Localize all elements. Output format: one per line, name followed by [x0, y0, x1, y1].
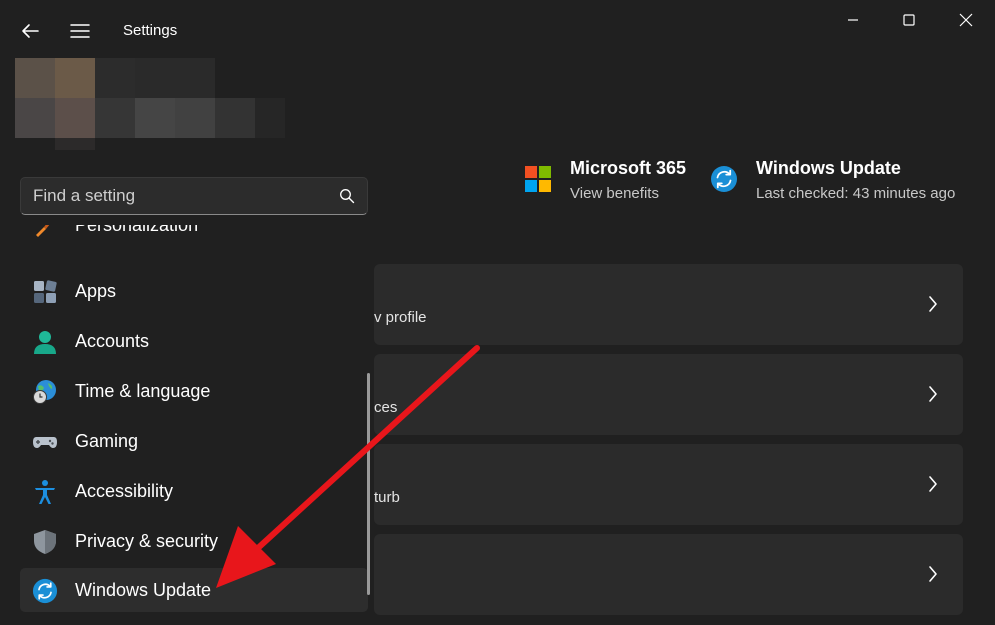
apps-icon [32, 279, 58, 305]
content-card[interactable] [374, 534, 963, 615]
close-icon [959, 13, 973, 27]
minimize-button[interactable] [830, 6, 876, 34]
gamepad-icon [32, 429, 58, 455]
menu-button[interactable] [63, 14, 97, 48]
maximize-button[interactable] [886, 6, 932, 34]
microsoft-logo-icon [524, 165, 552, 193]
windows-update-subtitle: Last checked: 43 minutes ago [756, 185, 955, 202]
content-card[interactable]: ces [374, 354, 963, 435]
sidebar-item-windows-update[interactable]: Windows Update [20, 568, 368, 612]
microsoft-365-subtitle: View benefits [570, 185, 659, 202]
chevron-right-icon [927, 384, 939, 404]
sidebar-item-label: Privacy & security [75, 531, 218, 552]
windows-update-card[interactable]: Windows Update Last checked: 43 minutes … [710, 155, 970, 215]
windows-update-icon [32, 578, 58, 604]
sidebar-item-label: Personalization [75, 225, 198, 236]
sidebar-nav: Personalization Apps Accounts Time & lan… [20, 225, 370, 625]
sidebar-item-personalization[interactable]: Personalization [20, 225, 368, 247]
back-button[interactable] [13, 14, 47, 48]
content-card-text: v profile [374, 309, 427, 326]
sidebar-item-gaming[interactable]: Gaming [20, 419, 368, 463]
sidebar-item-accounts[interactable]: Accounts [20, 319, 368, 363]
chevron-right-icon [927, 294, 939, 314]
sidebar-item-label: Windows Update [75, 580, 211, 601]
sidebar-item-privacy-security[interactable]: Privacy & security [20, 519, 368, 563]
hamburger-icon [70, 23, 90, 39]
chevron-right-icon [927, 474, 939, 494]
title-bar: Settings [0, 0, 995, 60]
sidebar-item-accessibility[interactable]: Accessibility [20, 469, 368, 513]
search-input[interactable] [33, 178, 323, 214]
sidebar-item-apps[interactable]: Apps [20, 269, 368, 313]
globe-clock-icon [32, 379, 58, 405]
accounts-icon [32, 329, 58, 355]
content-card[interactable]: v profile [374, 264, 963, 345]
back-arrow-icon [21, 23, 39, 39]
sidebar-item-label: Accessibility [75, 481, 173, 502]
minimize-icon [847, 14, 859, 26]
windows-update-icon [710, 165, 738, 193]
app-title: Settings [123, 22, 177, 39]
search-icon[interactable] [339, 188, 355, 204]
microsoft-365-card[interactable]: Microsoft 365 View benefits [524, 155, 694, 215]
maximize-icon [903, 14, 915, 26]
content-card-text: turb [374, 489, 400, 506]
search-box[interactable] [20, 177, 368, 215]
windows-update-title: Windows Update [756, 158, 901, 179]
sidebar-item-label: Time & language [75, 381, 210, 402]
sidebar-item-time-language[interactable]: Time & language [20, 369, 368, 413]
sidebar-scrollbar[interactable] [367, 373, 370, 595]
chevron-right-icon [927, 564, 939, 584]
sidebar-item-label: Apps [75, 281, 116, 302]
microsoft-365-title: Microsoft 365 [570, 158, 686, 179]
sidebar-item-label: Gaming [75, 431, 138, 452]
brush-icon [32, 225, 58, 239]
content-card[interactable]: turb [374, 444, 963, 525]
shield-icon [32, 529, 58, 555]
content-card-text: ces [374, 399, 397, 416]
accessibility-icon [32, 479, 58, 505]
avatar[interactable] [15, 58, 285, 150]
sidebar-item-label: Accounts [75, 331, 149, 352]
close-button[interactable] [943, 6, 989, 34]
